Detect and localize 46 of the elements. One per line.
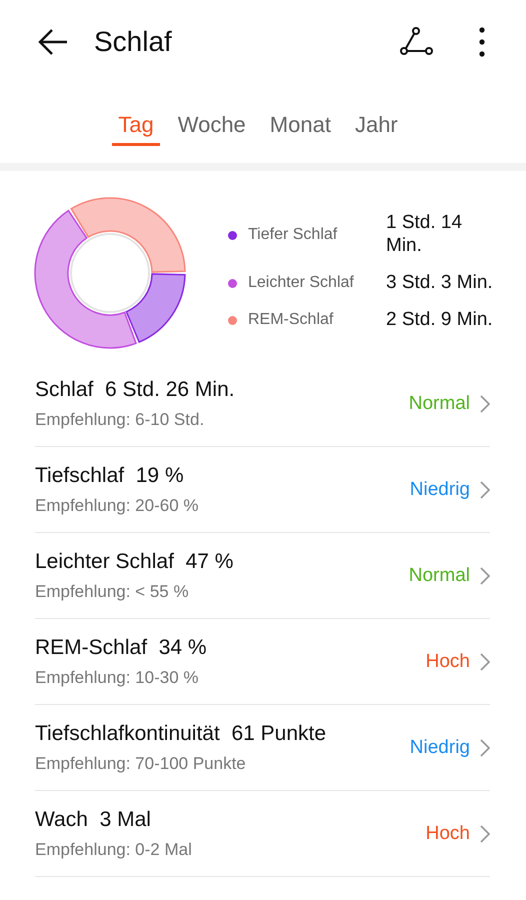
more-icon[interactable]	[478, 26, 486, 58]
period-tab[interactable]: Jahr	[348, 108, 404, 146]
metric-title: REM-Schlaf 34 %	[35, 636, 208, 660]
chevron-icon	[480, 566, 490, 584]
metric-row[interactable]: Tiefschlaf 19 % Empfehlung: 20-60 % Niedrig	[35, 447, 490, 533]
donut-slice	[126, 273, 186, 343]
share-icon[interactable]	[400, 27, 434, 57]
metric-title: Tiefschlaf 19 %	[35, 464, 185, 488]
recommendation-text: Empfehlung: 70-100 Punkte	[35, 754, 247, 774]
period-tab[interactable]: Monat	[264, 108, 337, 146]
chevron-icon	[480, 738, 490, 756]
status-label: Niedrig	[410, 736, 470, 758]
recommendation-text: Empfehlung: 6-10 Std.	[35, 410, 206, 430]
status-label: Hoch	[426, 650, 470, 672]
chevron-icon	[480, 824, 490, 842]
status-label: Niedrig	[410, 478, 470, 500]
back-icon[interactable]	[37, 28, 69, 56]
status-label: Hoch	[426, 822, 470, 844]
metric-row[interactable]: Schlaf 6 Std. 26 Min. Empfehlung: 6-10 Std. Normal	[35, 361, 490, 447]
screen-title: Schlaf	[94, 26, 173, 58]
metric-row[interactable]: Tiefschlafkontinuität 61 Punkte Empfehlung: 70-100 Punkte Niedrig	[35, 705, 490, 791]
legend-label: Leichter Schlaf	[248, 274, 355, 292]
recommendation-text: Empfehlung: < 55 %	[35, 582, 190, 602]
legend-label: Tiefer Schlaf	[248, 226, 338, 244]
recommendation-text: Empfehlung: 10-30 %	[35, 668, 200, 688]
sleep-duration: 1 Std. 14 Min.	[386, 212, 464, 258]
metric-title: Tiefschlafkontinuität 61 Punkte	[35, 722, 328, 746]
metric-title: Schlaf 6 Std. 26 Min.	[35, 378, 236, 402]
recommendation-text: Empfehlung: 0-2 Mal	[35, 840, 193, 860]
metric-row[interactable]: Wach 3 Mal Empfehlung: 0-2 Mal Hoch	[35, 791, 490, 877]
chevron-icon	[480, 480, 490, 498]
metric-title: Wach 3 Mal	[35, 808, 152, 832]
donut-slice	[34, 210, 137, 349]
legend-label: REM-Schlaf	[248, 311, 334, 330]
metric-row[interactable]: Leichter Schlaf 47 % Empfehlung: < 55 % Normal	[35, 533, 490, 619]
donut-slice	[70, 197, 186, 273]
sleep-duration: 3 Std. 3 Min.	[386, 272, 494, 295]
recommendation-text: Empfehlung: 20-60 %	[35, 496, 200, 516]
status-label: Normal	[408, 564, 470, 586]
chevron-icon	[480, 652, 490, 670]
sleep-duration: 2 Std. 9 Min.	[386, 308, 494, 332]
chevron-icon	[480, 394, 490, 412]
period-tab[interactable]: Woche	[172, 108, 252, 146]
metric-title: Leichter Schlaf 47 %	[35, 550, 234, 574]
status-label: Normal	[408, 392, 470, 414]
metric-row[interactable]: REM-Schlaf 34 % Empfehlung: 10-30 % Hoch	[35, 619, 490, 705]
